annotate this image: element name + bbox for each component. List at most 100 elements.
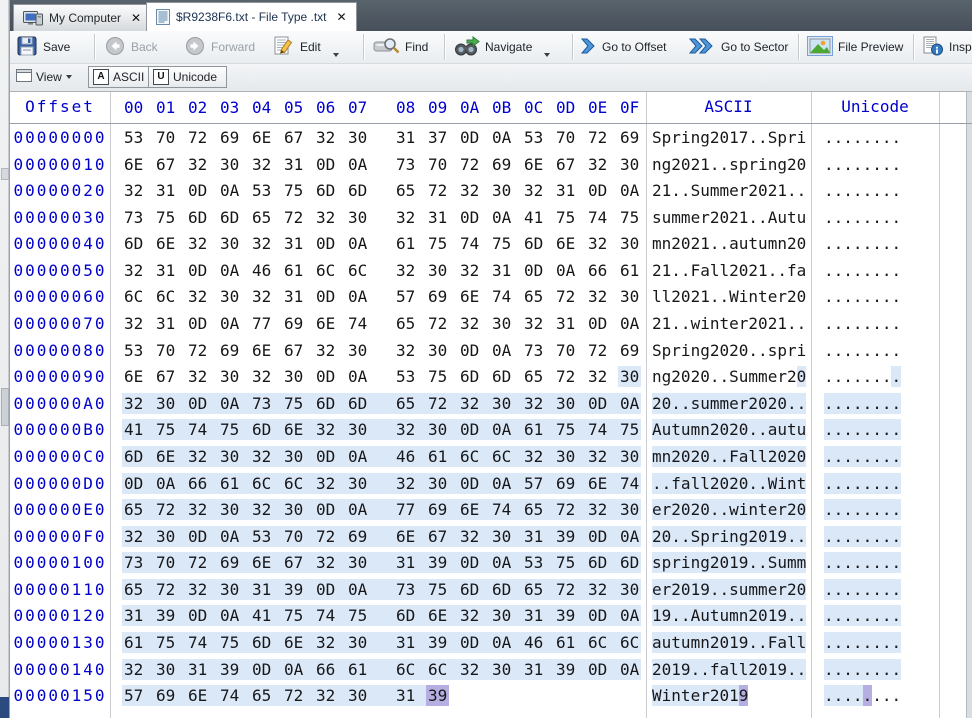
ascii-char[interactable]: 2 (729, 419, 739, 440)
hex-byte[interactable]: 72 (428, 180, 460, 201)
ascii-char[interactable]: 2 (748, 605, 758, 626)
unicode-char[interactable]: . (834, 526, 844, 547)
ascii-char[interactable]: e (768, 286, 778, 307)
hex-byte[interactable]: 31 (252, 579, 284, 600)
hex-byte[interactable]: 30 (348, 207, 396, 228)
ascii-char[interactable]: t (671, 632, 681, 653)
ascii-char[interactable]: n (700, 419, 710, 440)
hex-byte[interactable]: 69 (348, 526, 396, 547)
hex-byte[interactable]: 32 (460, 659, 492, 680)
unicode-char[interactable]: . (834, 260, 844, 281)
unicode-char[interactable]: . (863, 659, 873, 680)
unicode-char[interactable]: . (824, 685, 834, 706)
unicode-char[interactable]: . (853, 127, 863, 148)
hex-byte[interactable]: 72 (588, 340, 620, 361)
ascii-char[interactable]: r (777, 366, 787, 387)
ascii-char[interactable]: 0 (719, 419, 729, 440)
hex-byte[interactable]: 32 (588, 286, 620, 307)
hex-byte[interactable]: 31 (156, 180, 188, 201)
ascii-char[interactable]: t (719, 313, 729, 334)
hex-byte[interactable]: 75 (428, 579, 460, 600)
ascii-char[interactable]: 1 (700, 233, 710, 254)
unicode-char[interactable]: . (863, 473, 873, 494)
hex-byte[interactable]: 32 (588, 499, 620, 520)
unicode-char[interactable]: . (834, 632, 844, 653)
unicode-char[interactable]: . (863, 393, 873, 414)
hex-byte[interactable]: 32 (396, 419, 428, 440)
ascii-char[interactable]: u (739, 366, 749, 387)
hex-byte[interactable]: 75 (156, 632, 188, 653)
ascii-char[interactable]: 0 (758, 393, 768, 414)
hex-byte[interactable]: 30 (348, 552, 396, 573)
hex-byte[interactable]: 32 (460, 313, 492, 334)
hex-byte[interactable]: 0A (556, 260, 588, 281)
ascii-char[interactable]: . (671, 526, 681, 547)
unicode-char[interactable]: . (853, 366, 863, 387)
hex-byte[interactable]: 32 (460, 605, 492, 626)
ascii-char[interactable]: S (768, 552, 778, 573)
hex-byte[interactable]: 6D (252, 419, 284, 440)
hex-byte[interactable]: 70 (284, 526, 316, 547)
hex-byte[interactable]: 70 (156, 127, 188, 148)
ascii-char[interactable]: . (758, 340, 768, 361)
ascii-char[interactable]: 2 (652, 393, 662, 414)
ascii-char[interactable]: l (719, 260, 729, 281)
unicode-char[interactable]: . (834, 180, 844, 201)
hex-byte[interactable]: 0D (188, 180, 220, 201)
ascii-char[interactable]: n (691, 552, 701, 573)
hex-byte[interactable]: 32 (588, 233, 620, 254)
hex-byte[interactable]: 74 (220, 685, 252, 706)
hex-byte[interactable]: 46 (252, 260, 284, 281)
ascii-char[interactable]: 7 (739, 127, 749, 148)
ascii-char[interactable]: . (797, 180, 807, 201)
hex-row[interactable]: 0000002032310D0A53756D6D6572323032310D0A… (10, 177, 972, 204)
hex-byte[interactable]: 69 (620, 127, 652, 148)
hex-byte[interactable]: 70 (156, 552, 188, 573)
hex-byte[interactable]: 74 (492, 286, 524, 307)
hex-byte[interactable]: 53 (524, 552, 556, 573)
ascii-char[interactable]: e (729, 180, 739, 201)
unicode-char[interactable]: . (863, 579, 873, 600)
ascii-char[interactable]: . (787, 605, 797, 626)
ascii-char[interactable]: u (777, 207, 787, 228)
ascii-char[interactable]: 2 (787, 233, 797, 254)
ascii-char[interactable]: r (662, 579, 672, 600)
hex-byte[interactable]: 30 (556, 446, 588, 467)
unicode-char[interactable]: . (863, 605, 873, 626)
ascii-char[interactable]: 2 (671, 366, 681, 387)
hex-byte[interactable]: 72 (556, 366, 588, 387)
unicode-char[interactable]: . (824, 659, 834, 680)
hex-byte[interactable]: 6C (460, 446, 492, 467)
ascii-char[interactable]: t (748, 233, 758, 254)
hex-byte[interactable]: 0D (316, 366, 348, 387)
unicode-char[interactable]: . (824, 340, 834, 361)
ascii-char[interactable]: r (787, 340, 797, 361)
hex-byte[interactable]: 0A (220, 605, 252, 626)
hex-byte[interactable]: 39 (284, 579, 316, 600)
ascii-char[interactable]: i (797, 127, 807, 148)
hex-byte[interactable]: 6E (124, 154, 156, 175)
hex-byte[interactable]: 32 (588, 579, 620, 600)
unicode-char[interactable]: . (872, 366, 882, 387)
ascii-char[interactable]: . (748, 207, 758, 228)
hex-byte[interactable]: 0A (220, 180, 252, 201)
hex-byte[interactable]: 0D (188, 605, 220, 626)
hex-byte[interactable]: 0A (620, 659, 652, 680)
hex-byte[interactable]: 6D (588, 552, 620, 573)
unicode-char[interactable]: . (834, 233, 844, 254)
ascii-char[interactable]: u (662, 207, 672, 228)
ascii-char[interactable]: . (710, 499, 720, 520)
hex-byte[interactable]: 32 (396, 473, 428, 494)
hex-row[interactable]: 000001106572323031390D0A73756D6D65723230… (10, 576, 972, 603)
ascii-char[interactable]: 2 (691, 499, 701, 520)
ascii-char[interactable]: m (768, 233, 778, 254)
ascii-char[interactable]: . (748, 419, 758, 440)
ascii-char[interactable]: S (768, 127, 778, 148)
hex-byte[interactable]: 75 (428, 233, 460, 254)
hex-byte[interactable]: 0A (492, 473, 524, 494)
hex-byte[interactable]: 0A (220, 260, 252, 281)
ascii-char[interactable]: 0 (797, 286, 807, 307)
ascii-char[interactable]: a (777, 632, 787, 653)
unicode-char[interactable]: . (872, 419, 882, 440)
ascii-char[interactable]: e (652, 499, 662, 520)
